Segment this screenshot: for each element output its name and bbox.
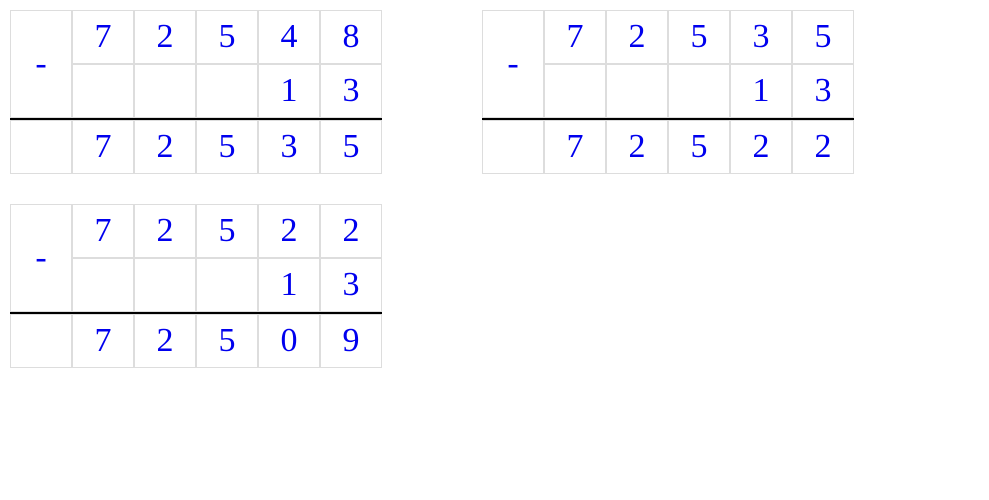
problems-container: - 7 2 5 4 8 1 3 7	[10, 10, 979, 368]
digit-cell: 9	[320, 314, 382, 368]
digit-cell: 2	[258, 204, 320, 258]
digit-cell: 0	[258, 314, 320, 368]
digit-cell: 1	[258, 64, 320, 118]
digit-cell: 1	[258, 258, 320, 312]
subtrahend-row: 1 3	[72, 258, 382, 312]
digit-cell: 5	[668, 120, 730, 174]
digit-cell: 2	[792, 120, 854, 174]
digit-cell: 5	[196, 204, 258, 258]
digit-cell: 2	[320, 204, 382, 258]
digit-cell: 5	[196, 314, 258, 368]
digit-cell: 3	[730, 10, 792, 64]
digit-cell: 7	[72, 120, 134, 174]
digit-cell: 5	[668, 10, 730, 64]
minuend-row: 7 2 5 4 8	[72, 10, 382, 64]
digit-cell: 1	[730, 64, 792, 118]
digit-cell	[134, 258, 196, 312]
digit-cell: 5	[196, 120, 258, 174]
result-row: 7 2 5 0 9	[10, 314, 382, 368]
subtraction-problem: - 7 2 5 2 2 1 3 7	[10, 204, 382, 368]
digit-cell: 3	[792, 64, 854, 118]
digit-cell	[72, 64, 134, 118]
digit-cell: 2	[606, 120, 668, 174]
digit-cell: 2	[606, 10, 668, 64]
operator-cell: -	[10, 204, 72, 312]
digit-cell: 4	[258, 10, 320, 64]
digit-cell	[196, 258, 258, 312]
digit-cell: 2	[134, 314, 196, 368]
digit-cell: 7	[544, 120, 606, 174]
subtraction-problem: - 7 2 5 4 8 1 3 7	[10, 10, 382, 174]
minuend-row: 7 2 5 3 5	[544, 10, 854, 64]
subtraction-problem: - 7 2 5 3 5 1 3 7	[482, 10, 854, 174]
digit-cell: 5	[196, 10, 258, 64]
digit-cell: 5	[792, 10, 854, 64]
digit-cell: 2	[134, 204, 196, 258]
digit-cell: 8	[320, 10, 382, 64]
digit-cell	[72, 258, 134, 312]
spacer-cell	[482, 120, 544, 174]
spacer-cell	[10, 120, 72, 174]
digit-cell	[196, 64, 258, 118]
result-row: 7 2 5 2 2	[482, 120, 854, 174]
digit-cell: 5	[320, 120, 382, 174]
operator-cell: -	[482, 10, 544, 118]
digit-cell: 3	[258, 120, 320, 174]
subtrahend-row: 1 3	[72, 64, 382, 118]
spacer-cell	[10, 314, 72, 368]
subtrahend-row: 1 3	[544, 64, 854, 118]
digit-cell: 2	[134, 120, 196, 174]
digit-cell	[544, 64, 606, 118]
minuend-row: 7 2 5 2 2	[72, 204, 382, 258]
digit-cell: 3	[320, 64, 382, 118]
digit-cell: 7	[544, 10, 606, 64]
digit-cell	[606, 64, 668, 118]
digit-cell: 2	[134, 10, 196, 64]
operator-cell: -	[10, 10, 72, 118]
digit-cell: 2	[730, 120, 792, 174]
result-row: 7 2 5 3 5	[10, 120, 382, 174]
digit-cell: 7	[72, 10, 134, 64]
digit-cell	[134, 64, 196, 118]
digit-cell: 7	[72, 314, 134, 368]
digit-cell: 7	[72, 204, 134, 258]
digit-cell	[668, 64, 730, 118]
digit-cell: 3	[320, 258, 382, 312]
